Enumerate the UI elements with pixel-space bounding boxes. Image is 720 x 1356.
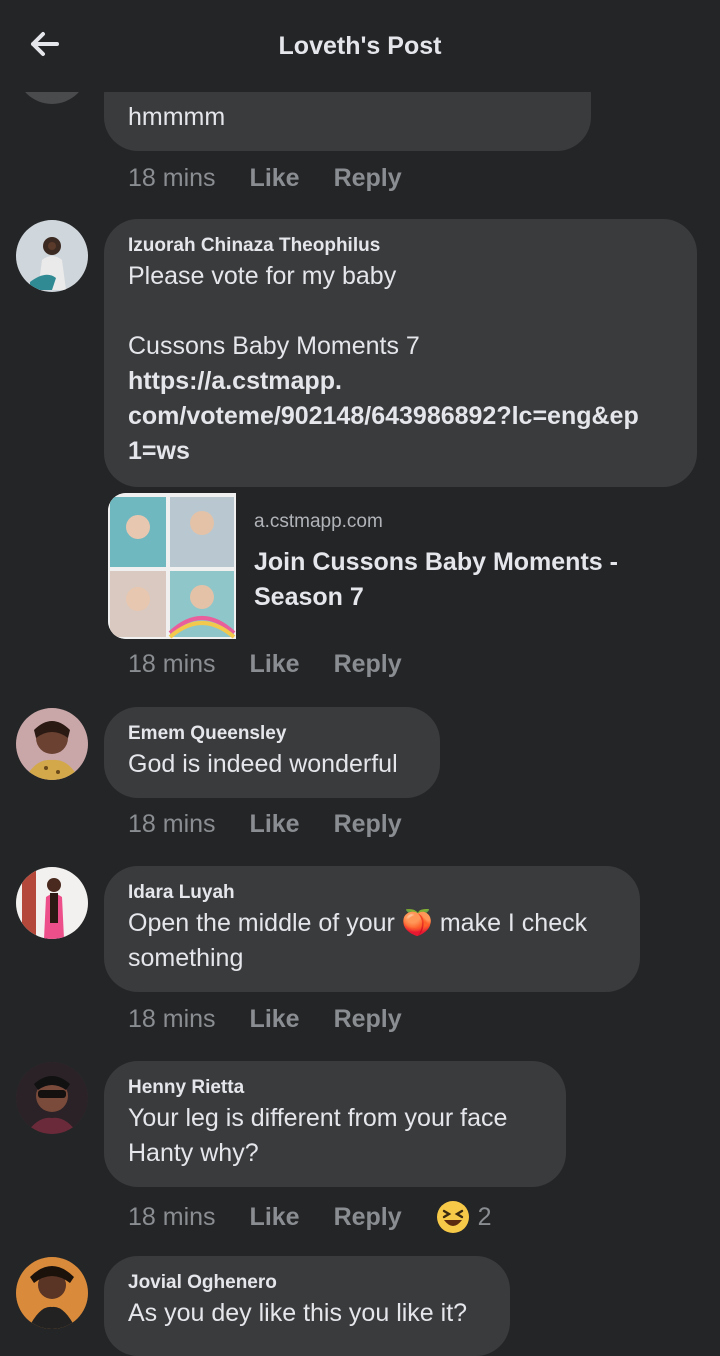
comment-text: Open the middle of your 🍑 make I check s… (128, 909, 595, 972)
reaction-count: 2 (477, 1202, 492, 1231)
comment-time: 18 mins (128, 650, 216, 678)
like-button[interactable]: Like (250, 650, 300, 679)
reply-button[interactable]: Reply (334, 650, 402, 679)
comment-actions: 18 mins Like Reply (128, 1005, 436, 1034)
comment-time: 18 mins (128, 810, 216, 838)
commenter-name[interactable]: Idara Luyah (128, 880, 616, 906)
preview-domain: a.cstmapp.com (254, 511, 383, 532)
commenter-name[interactable]: Izuorah Chinaza Theophilus (128, 233, 673, 259)
profile-photo (16, 220, 88, 292)
comment-text: God is indeed wonderful (128, 750, 398, 778)
laughing-emoji-icon (436, 1201, 469, 1233)
reply-button[interactable]: Reply (334, 164, 402, 193)
comment-text: hmmmm (128, 103, 226, 131)
profile-photo (16, 1062, 88, 1134)
reply-button[interactable]: Reply (334, 810, 402, 839)
commenter-name[interactable]: Emem Queensley (128, 721, 416, 747)
comment-bubble[interactable]: Henny Rietta Your leg is different from … (104, 1061, 566, 1187)
preview-title[interactable]: Join Cussons Baby Moments - Season 7 (254, 545, 654, 615)
profile-photo (16, 867, 88, 939)
top-bar: Loveth's Post (0, 0, 720, 92)
comment-actions: 18 mins Like Reply 2 (128, 1200, 492, 1234)
like-button[interactable]: Like (250, 1005, 300, 1034)
comment-bubble[interactable]: Emem Queensley God is indeed wonderful (104, 707, 440, 798)
comment-text: As you dey like this you like it? (128, 1299, 468, 1327)
comment-bubble[interactable]: Idara Luyah Open the middle of your 🍑 ma… (104, 866, 640, 992)
avatar[interactable] (16, 708, 88, 780)
comment-time: 18 mins (128, 164, 216, 192)
page-title: Loveth's Post (278, 32, 442, 60)
comment-actions: 18 mins Like Reply (128, 810, 436, 839)
avatar[interactable] (16, 1257, 88, 1329)
like-button[interactable]: Like (250, 164, 300, 193)
comment-text: Your leg is different from your face Han… (128, 1104, 515, 1167)
reactions-summary[interactable]: 2 (436, 1200, 492, 1234)
like-button[interactable]: Like (250, 1203, 300, 1232)
reply-button[interactable]: Reply (334, 1005, 402, 1034)
comment-time: 18 mins (128, 1202, 216, 1231)
comment-link[interactable]: https://a.cstmapp. com/voteme/902148/643… (128, 364, 673, 469)
comment-time: 18 mins (128, 1005, 216, 1033)
commenter-name[interactable]: Henny Rietta (128, 1075, 542, 1101)
comment-bubble[interactable]: Izuorah Chinaza Theophilus Please vote f… (104, 219, 697, 487)
reply-button[interactable]: Reply (334, 1203, 402, 1232)
profile-photo (16, 1257, 88, 1329)
link-preview[interactable]: a.cstmapp.com Join Cussons Baby Moments … (108, 493, 668, 641)
commenter-name[interactable]: Jovial Oghenero (128, 1270, 486, 1296)
like-button[interactable]: Like (250, 810, 300, 839)
preview-thumbnail (108, 493, 236, 639)
comment-actions: 18 mins Like Reply (128, 164, 436, 193)
comment-bubble[interactable]: Jovial Oghenero As you dey like this you… (104, 1256, 510, 1356)
avatar[interactable] (16, 867, 88, 939)
comments-list[interactable]: hmmmm 18 mins Like Reply Izuorah Chinaza… (0, 0, 720, 1356)
avatar[interactable] (16, 1062, 88, 1134)
comment-text: Please vote for my baby Cussons Baby Mom… (128, 262, 420, 360)
avatar[interactable] (16, 220, 88, 292)
profile-photo (16, 708, 88, 780)
comment-actions: 18 mins Like Reply (128, 650, 436, 679)
